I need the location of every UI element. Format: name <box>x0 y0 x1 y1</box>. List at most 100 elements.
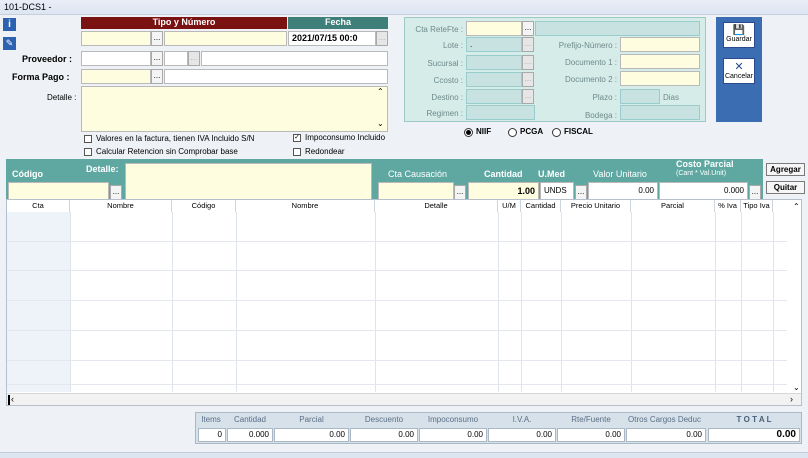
documento2-label: Documento 2 : <box>564 75 617 84</box>
totals-header-rte-fuente: Rte/Fuente <box>571 415 611 424</box>
info-icon[interactable]: i <box>3 18 16 31</box>
destino-field[interactable] <box>466 89 522 104</box>
pcga-radio[interactable] <box>508 128 517 137</box>
valor-unitario-label: Valor Unitario <box>593 169 647 179</box>
totals-cantidad-value: 0.000 <box>227 428 273 442</box>
grid-hscroll-right-icon[interactable]: › <box>790 394 793 404</box>
cta-causacion-lookup[interactable]: ... <box>454 185 466 200</box>
codigo-lookup-button[interactable]: ... <box>110 185 122 200</box>
destino-lookup[interactable]: ... <box>522 89 534 104</box>
totals-panel: Items Cantidad Parcial Descuento Impocon… <box>195 412 802 444</box>
forma-pago-lookup-button[interactable]: ... <box>151 69 163 84</box>
cancelar-button[interactable]: ✕ Cancelar <box>723 58 755 84</box>
cantidad-field[interactable]: 1.00 <box>468 182 539 200</box>
grid-header-detalle[interactable]: Detalle <box>375 200 498 212</box>
bodega-field[interactable] <box>620 105 700 120</box>
detalle-label: Detalle : <box>47 93 77 102</box>
prefijo-numero-label: Prefijo-Número : <box>558 41 617 50</box>
grid-header-nombre[interactable]: Nombre <box>70 200 172 212</box>
totals-header-total: T O T A L <box>736 415 772 424</box>
grid-header-precio-unitario[interactable]: Precio Unitario <box>561 200 631 212</box>
proveedor-sucursal-lookup[interactable]: ... <box>188 51 200 66</box>
cta-causacion-field[interactable] <box>378 182 454 200</box>
grid-row-cursor <box>8 395 10 405</box>
grid-vscroll-down-icon[interactable]: ⌄ <box>793 383 800 392</box>
proveedor-lookup-button[interactable]: ... <box>151 51 163 66</box>
grid-vscroll-up-icon[interactable]: ⌃ <box>793 202 800 211</box>
valor-unitario-field[interactable]: 0.00 <box>588 182 658 200</box>
fiscal-radio[interactable] <box>552 128 561 137</box>
tipo-numero-header: Tipo y Número <box>81 17 287 29</box>
grid-header-iva[interactable]: % Iva <box>715 200 741 212</box>
cta-retefte-label: Cta ReteFte : <box>415 25 463 34</box>
documento1-field[interactable] <box>620 54 700 69</box>
cta-retefte-field[interactable] <box>466 21 522 36</box>
prefijo-numero-field[interactable] <box>620 37 700 52</box>
calc-retencion-checkbox[interactable] <box>84 148 92 156</box>
umed-field[interactable]: UNDS <box>540 182 574 200</box>
totals-iva-value: 0.00 <box>488 428 556 442</box>
scroll-up-icon[interactable]: ⌃ <box>377 87 384 96</box>
grid-header-parcial[interactable]: Parcial <box>631 200 715 212</box>
calc-retencion-label: Calcular Retencion sin Comprobar base <box>96 147 238 156</box>
proveedor-nit-field[interactable] <box>81 51 151 66</box>
pcga-label: PCGA <box>520 127 544 136</box>
forma-pago-field[interactable] <box>81 69 151 84</box>
costo-parcial-field: 0.000 <box>659 182 748 200</box>
ccosto-field[interactable] <box>466 72 522 87</box>
codigo-field[interactable] <box>8 182 109 200</box>
proveedor-nombre-field[interactable] <box>201 51 388 66</box>
grid-hscroll-left-icon[interactable]: ‹ <box>11 394 14 404</box>
fecha-picker-button[interactable]: ... <box>376 31 388 46</box>
quitar-button[interactable]: Quitar <box>766 181 805 194</box>
redondear-checkbox[interactable] <box>293 148 301 156</box>
cta-retefte-lookup[interactable]: ... <box>522 21 534 36</box>
totals-header-items: Items <box>201 415 221 424</box>
proveedor-sucursal-field[interactable] <box>164 51 188 66</box>
totals-header-descuento: Descuento <box>364 415 404 424</box>
scroll-down-icon[interactable]: ⌄ <box>377 119 384 128</box>
plazo-field[interactable] <box>620 89 660 104</box>
numero-field[interactable] <box>164 31 287 46</box>
sucursal-field[interactable] <box>466 55 522 70</box>
impoconsumo-label: Impoconsumo Incluido <box>305 133 386 142</box>
forma-pago-label: Forma Pago : <box>12 72 70 82</box>
iva-incluido-checkbox[interactable] <box>84 135 92 143</box>
cta-causacion-label: Cta Causación <box>388 169 448 179</box>
totals-header-parcial: Parcial <box>299 415 324 424</box>
detalle-textarea[interactable] <box>81 86 388 132</box>
grid-header-nombre-2[interactable]: Nombre <box>236 200 375 212</box>
documento2-field[interactable] <box>620 71 700 86</box>
fecha-field[interactable]: 2021/07/15 00:0 <box>288 31 376 46</box>
detalle-scroll-up-icon[interactable]: ⌃ <box>363 164 370 173</box>
detalle-scroll-down-icon[interactable]: ⌄ <box>363 187 370 196</box>
detalle-entry-textarea[interactable] <box>125 163 372 200</box>
lote-field[interactable]: . <box>466 37 522 52</box>
lote-lookup[interactable]: ... <box>522 37 534 52</box>
tipo-field[interactable] <box>81 31 151 46</box>
umed-lookup[interactable]: ... <box>575 185 587 200</box>
grid-header-cantidad[interactable]: Cantidad <box>521 200 561 212</box>
sucursal-lookup[interactable]: ... <box>522 55 534 70</box>
grid-header-tipo-iva[interactable]: Tipo Iva <box>741 200 773 212</box>
totals-impoconsumo-value: 0.00 <box>419 428 487 442</box>
cantidad-label: Cantidad <box>484 169 523 179</box>
save-icon: 💾 <box>732 25 746 36</box>
agregar-button[interactable]: Agregar <box>766 163 805 176</box>
grid-header-um[interactable]: U/M <box>498 200 521 212</box>
tipo-lookup-button[interactable]: ... <box>151 31 163 46</box>
ccosto-lookup[interactable]: ... <box>522 72 534 87</box>
proveedor-label: Proveedor : <box>22 54 73 64</box>
niif-radio[interactable] <box>464 128 473 137</box>
bodega-label: Bodega : <box>584 111 617 120</box>
attach-icon[interactable]: ✎ <box>3 37 16 50</box>
guardar-button[interactable]: 💾 Guardar <box>723 22 755 48</box>
grid-header-cta[interactable]: Cta <box>7 200 70 212</box>
impoconsumo-checkbox[interactable]: ✓ <box>293 134 301 142</box>
costo-parcial-lookup[interactable]: ... <box>749 185 761 200</box>
niif-label: NIIF <box>476 127 492 136</box>
detail-grid[interactable]: Cta Nombre Código Nombre Detalle U/M Can… <box>6 199 802 406</box>
grid-header-codigo[interactable]: Código <box>172 200 236 212</box>
grid-hscrollbar[interactable] <box>7 393 801 405</box>
documento1-label: Documento 1 : <box>564 58 617 67</box>
